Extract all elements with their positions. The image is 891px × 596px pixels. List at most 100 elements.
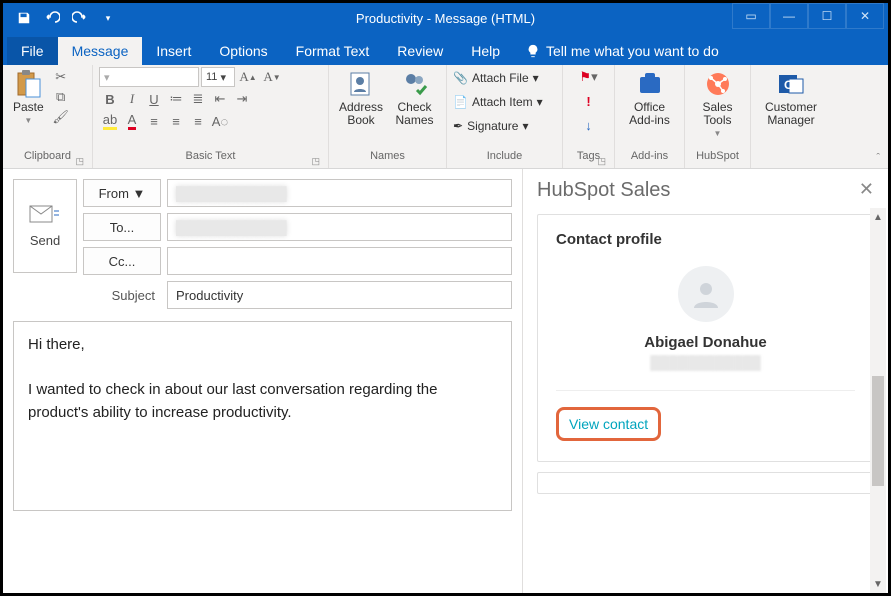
align-right-icon: ≡ bbox=[194, 114, 202, 129]
qat-customize-button[interactable]: ▾ bbox=[95, 6, 121, 30]
scroll-down-icon[interactable]: ▼ bbox=[870, 575, 886, 593]
signature-icon: ✒ bbox=[453, 119, 463, 133]
from-button[interactable]: From ▼ bbox=[83, 179, 161, 207]
cc-field[interactable] bbox=[167, 247, 512, 275]
outdent-button[interactable]: ⇤ bbox=[209, 89, 231, 109]
hubspot-next-card[interactable] bbox=[537, 472, 874, 494]
view-contact-link[interactable]: View contact bbox=[561, 412, 656, 436]
indent-button[interactable]: ⇥ bbox=[231, 89, 253, 109]
subject-field[interactable]: Productivity bbox=[167, 281, 512, 309]
font-size-select[interactable]: 11 ▾ bbox=[201, 67, 235, 87]
maximize-button[interactable]: ☐ bbox=[808, 3, 846, 29]
paste-button[interactable]: Paste ▼ bbox=[9, 67, 48, 127]
send-button[interactable]: Send bbox=[13, 179, 77, 273]
address-book-label: Address Book bbox=[339, 101, 383, 127]
cc-button[interactable]: Cc... bbox=[83, 247, 161, 275]
group-clipboard: Paste ▼ ✂ ⧉ 🖌 Clipboard◳ bbox=[3, 65, 93, 168]
collapse-ribbon-button[interactable]: ˆ bbox=[876, 152, 880, 164]
cut-button[interactable]: ✂ bbox=[50, 67, 72, 87]
office-addins-label: Office Add-ins bbox=[625, 101, 674, 127]
bullets-button[interactable]: ≔ bbox=[165, 89, 187, 109]
close-icon[interactable]: ✕ bbox=[859, 179, 874, 202]
sales-tools-button[interactable]: Sales Tools▼ bbox=[691, 67, 744, 140]
dialog-launcher-icon[interactable]: ◳ bbox=[75, 156, 84, 167]
font-size-value: 11 bbox=[206, 71, 217, 83]
avatar bbox=[678, 266, 734, 322]
signature-label: Signature bbox=[467, 119, 518, 133]
contact-email: ████████████ bbox=[556, 355, 855, 370]
check-names-label: Check Names bbox=[393, 101, 436, 127]
align-left-button[interactable]: ≡ bbox=[143, 111, 165, 131]
office-addins-button[interactable]: Office Add-ins bbox=[621, 67, 678, 129]
signature-button[interactable]: ✒Signature ▾ bbox=[453, 115, 528, 137]
tell-me-search[interactable]: Tell me what you want to do bbox=[514, 37, 731, 65]
close-button[interactable]: ✕ bbox=[846, 3, 884, 29]
align-right-button[interactable]: ≡ bbox=[187, 111, 209, 131]
tab-review[interactable]: Review bbox=[383, 37, 457, 65]
font-name-select[interactable]: ▾ bbox=[99, 67, 199, 87]
underline-button[interactable]: U bbox=[143, 89, 165, 109]
follow-up-button[interactable]: ⚑▾ bbox=[578, 67, 600, 87]
align-left-icon: ≡ bbox=[150, 114, 158, 129]
address-book-button[interactable]: Address Book bbox=[335, 67, 387, 129]
check-names-button[interactable]: Check Names bbox=[389, 67, 440, 129]
group-label-blank bbox=[757, 150, 825, 168]
copy-button[interactable]: ⧉ bbox=[50, 87, 72, 107]
font-color-button[interactable]: A bbox=[121, 111, 143, 131]
high-importance-button[interactable]: ! bbox=[578, 91, 600, 111]
undo-button[interactable] bbox=[39, 6, 65, 30]
low-importance-button[interactable]: ↓ bbox=[578, 115, 600, 135]
attach-file-button[interactable]: 📎Attach File ▾ bbox=[453, 67, 539, 89]
person-icon bbox=[690, 278, 722, 310]
align-center-button[interactable]: ≡ bbox=[165, 111, 187, 131]
scrollbar[interactable]: ▲ ▼ bbox=[870, 208, 886, 593]
outdent-icon: ⇤ bbox=[215, 91, 226, 107]
group-include: 📎Attach File ▾ 📄Attach Item ▾ ✒Signature… bbox=[447, 65, 563, 168]
minimize-button[interactable]: — bbox=[770, 3, 808, 29]
group-hubspot: Sales Tools▼ HubSpot bbox=[685, 65, 751, 168]
tab-insert[interactable]: Insert bbox=[142, 37, 205, 65]
scroll-up-icon[interactable]: ▲ bbox=[870, 208, 886, 226]
from-field[interactable]: ████████████ bbox=[167, 179, 512, 207]
paste-label: Paste bbox=[13, 101, 44, 114]
check-names-icon bbox=[400, 69, 430, 99]
tab-format-text[interactable]: Format Text bbox=[282, 37, 384, 65]
dialog-launcher-icon[interactable]: ◳ bbox=[597, 156, 606, 167]
dialog-launcher-icon[interactable]: ◳ bbox=[311, 156, 320, 167]
svg-text:O: O bbox=[784, 78, 793, 92]
redo-button[interactable] bbox=[67, 6, 93, 30]
italic-button[interactable]: I bbox=[121, 89, 143, 109]
highlight-button[interactable]: ab bbox=[99, 111, 121, 131]
from-label: From bbox=[99, 186, 129, 201]
window-restore-icon[interactable]: ▭ bbox=[732, 3, 770, 29]
message-body[interactable]: Hi there, I wanted to check in about our… bbox=[13, 321, 512, 511]
tab-file[interactable]: File bbox=[7, 37, 58, 65]
quick-access-toolbar: ▾ bbox=[3, 6, 129, 30]
grow-font-button[interactable]: A▲ bbox=[237, 67, 259, 87]
group-label-addins: Add-ins bbox=[621, 150, 678, 168]
tab-message[interactable]: Message bbox=[58, 37, 143, 65]
chevron-down-icon: ▼ bbox=[24, 116, 32, 125]
group-label-names: Names bbox=[335, 150, 440, 168]
format-painter-button[interactable]: 🖌 bbox=[50, 107, 72, 127]
attach-item-button[interactable]: 📄Attach Item ▾ bbox=[453, 91, 543, 113]
group-tags: ⚑▾ ! ↓ Tags◳ bbox=[563, 65, 615, 168]
attach-item-label: Attach Item bbox=[472, 95, 533, 109]
scroll-thumb[interactable] bbox=[872, 376, 884, 486]
scroll-track[interactable] bbox=[870, 226, 886, 575]
tab-options[interactable]: Options bbox=[205, 37, 281, 65]
to-button[interactable]: To... bbox=[83, 213, 161, 241]
numbering-button[interactable]: ≣ bbox=[187, 89, 209, 109]
to-field[interactable]: ████████████ bbox=[167, 213, 512, 241]
send-label: Send bbox=[30, 233, 60, 248]
subject-label: Subject bbox=[83, 281, 161, 309]
shrink-font-button[interactable]: A▼ bbox=[261, 67, 283, 87]
contact-profile-heading: Contact profile bbox=[556, 231, 855, 248]
tab-help[interactable]: Help bbox=[457, 37, 514, 65]
customer-manager-button[interactable]: O Customer Manager bbox=[757, 67, 825, 129]
contact-profile-card: Contact profile Abigael Donahue ████████… bbox=[537, 214, 874, 462]
attach-item-icon: 📄 bbox=[453, 95, 468, 109]
clear-format-button[interactable]: A◌ bbox=[209, 111, 231, 131]
save-button[interactable] bbox=[11, 6, 37, 30]
bold-button[interactable]: B bbox=[99, 89, 121, 109]
